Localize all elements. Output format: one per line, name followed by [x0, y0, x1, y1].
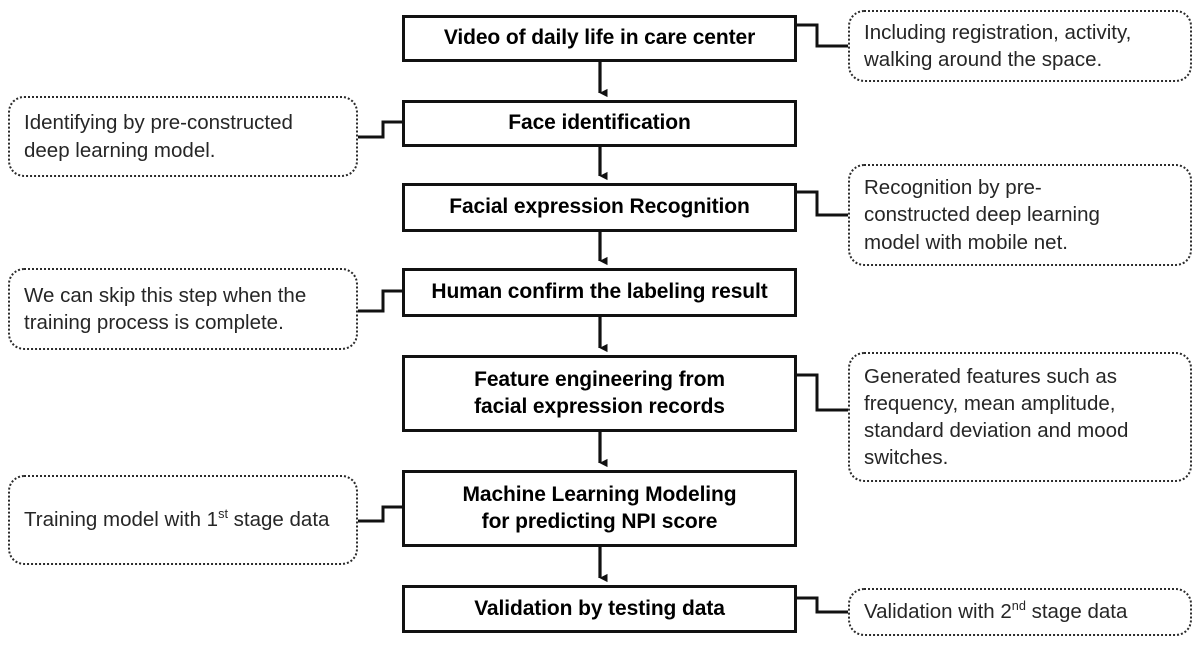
note-line-2: constructed deep learning	[864, 203, 1100, 227]
process-line-2: facial expression records	[474, 394, 725, 418]
note-line-3: standard deviation and mood	[864, 419, 1129, 442]
note-text-prefix: Training model with 1	[24, 508, 219, 532]
note-text-skip-step-details: We can skip this step when the training …	[24, 282, 306, 336]
leader-note6-step6	[358, 505, 402, 523]
note-box-video-details[interactable]: Including registration, activity, walkin…	[848, 10, 1192, 82]
note-text-video-details: Including registration, activity, walkin…	[864, 19, 1131, 73]
process-line-1: Machine Learning Modeling	[462, 483, 737, 507]
leader-step5-note5	[797, 373, 848, 412]
note-line-1: Recognition by pre-	[864, 176, 1042, 200]
process-box-face-identification[interactable]: Face identification	[402, 100, 797, 147]
note-text-prefix: Validation with 2	[864, 600, 1012, 624]
note-line-1: Generated features such as	[864, 364, 1117, 388]
process-label-expression-recognition: Facial expression Recognition	[449, 195, 750, 219]
flowchart-canvas: Video of daily life in care center Face …	[0, 0, 1200, 659]
note-box-validation-stage-details[interactable]: Validation with 2nd stage data	[848, 588, 1192, 636]
note-text-superscript: st	[218, 506, 228, 522]
note-text-suffix: stage data	[227, 508, 330, 532]
note-line-2: training process is complete.	[24, 311, 284, 334]
note-line-1: Including registration, activity,	[864, 20, 1132, 44]
note-text-validation-stage-details: Validation with 2nd stage data	[864, 598, 1127, 625]
note-box-recognition-details[interactable]: Recognition by pre- constructed deep lea…	[848, 164, 1192, 266]
note-text-superscript: nd	[1011, 598, 1026, 614]
note-box-generated-features-details[interactable]: Generated features such as frequency, me…	[848, 352, 1192, 482]
process-box-ml-modeling[interactable]: Machine Learning Modeling for predicting…	[402, 470, 797, 547]
leader-step7-note7	[797, 596, 848, 614]
process-box-validation[interactable]: Validation by testing data	[402, 585, 797, 633]
process-box-video[interactable]: Video of daily life in care center	[402, 15, 797, 62]
process-line-1: Feature engineering from	[474, 368, 725, 392]
note-line-2: deep learning model.	[24, 138, 216, 162]
note-line-1: We can skip this step when the	[24, 283, 307, 307]
note-box-training-stage-details[interactable]: Training model with 1st stage data	[8, 475, 358, 565]
leader-step1-note1	[797, 23, 848, 48]
note-text-generated-features-details: Generated features such as frequency, me…	[864, 363, 1128, 471]
process-box-human-confirm[interactable]: Human confirm the labeling result	[402, 268, 797, 317]
process-label-ml-modeling: Machine Learning Modeling for predicting…	[462, 482, 736, 535]
note-line-2: frequency, mean amplitude,	[864, 391, 1116, 415]
note-text-recognition-details: Recognition by pre- constructed deep lea…	[864, 174, 1100, 255]
process-label-validation: Validation by testing data	[474, 596, 725, 620]
note-line-2: walking around the space.	[864, 48, 1103, 71]
note-line-4: switches.	[864, 446, 949, 470]
process-box-expression-recognition[interactable]: Facial expression Recognition	[402, 183, 797, 232]
note-box-skip-step-details[interactable]: We can skip this step when the training …	[8, 268, 358, 350]
note-text-suffix: stage data	[1025, 600, 1128, 624]
note-text-face-identification-details: Identifying by pre-constructed deep lear…	[24, 109, 293, 163]
note-line-1: Identifying by pre-constructed	[24, 111, 293, 135]
leader-note2-step2	[358, 120, 402, 139]
process-label-human-confirm: Human confirm the labeling result	[431, 280, 768, 304]
note-text-training-stage-details: Training model with 1st stage data	[24, 506, 329, 533]
process-line-2: for predicting NPI score	[481, 509, 718, 533]
note-line-3: model with mobile net.	[864, 230, 1068, 254]
leader-step3-note3	[797, 190, 848, 217]
process-label-feature-engineering: Feature engineering from facial expressi…	[474, 367, 725, 420]
process-label-video: Video of daily life in care center	[443, 26, 756, 50]
leader-note4-step4	[358, 289, 402, 313]
note-box-face-identification-details[interactable]: Identifying by pre-constructed deep lear…	[8, 96, 358, 177]
process-label-face-identification: Face identification	[508, 111, 691, 135]
process-box-feature-engineering[interactable]: Feature engineering from facial expressi…	[402, 355, 797, 432]
